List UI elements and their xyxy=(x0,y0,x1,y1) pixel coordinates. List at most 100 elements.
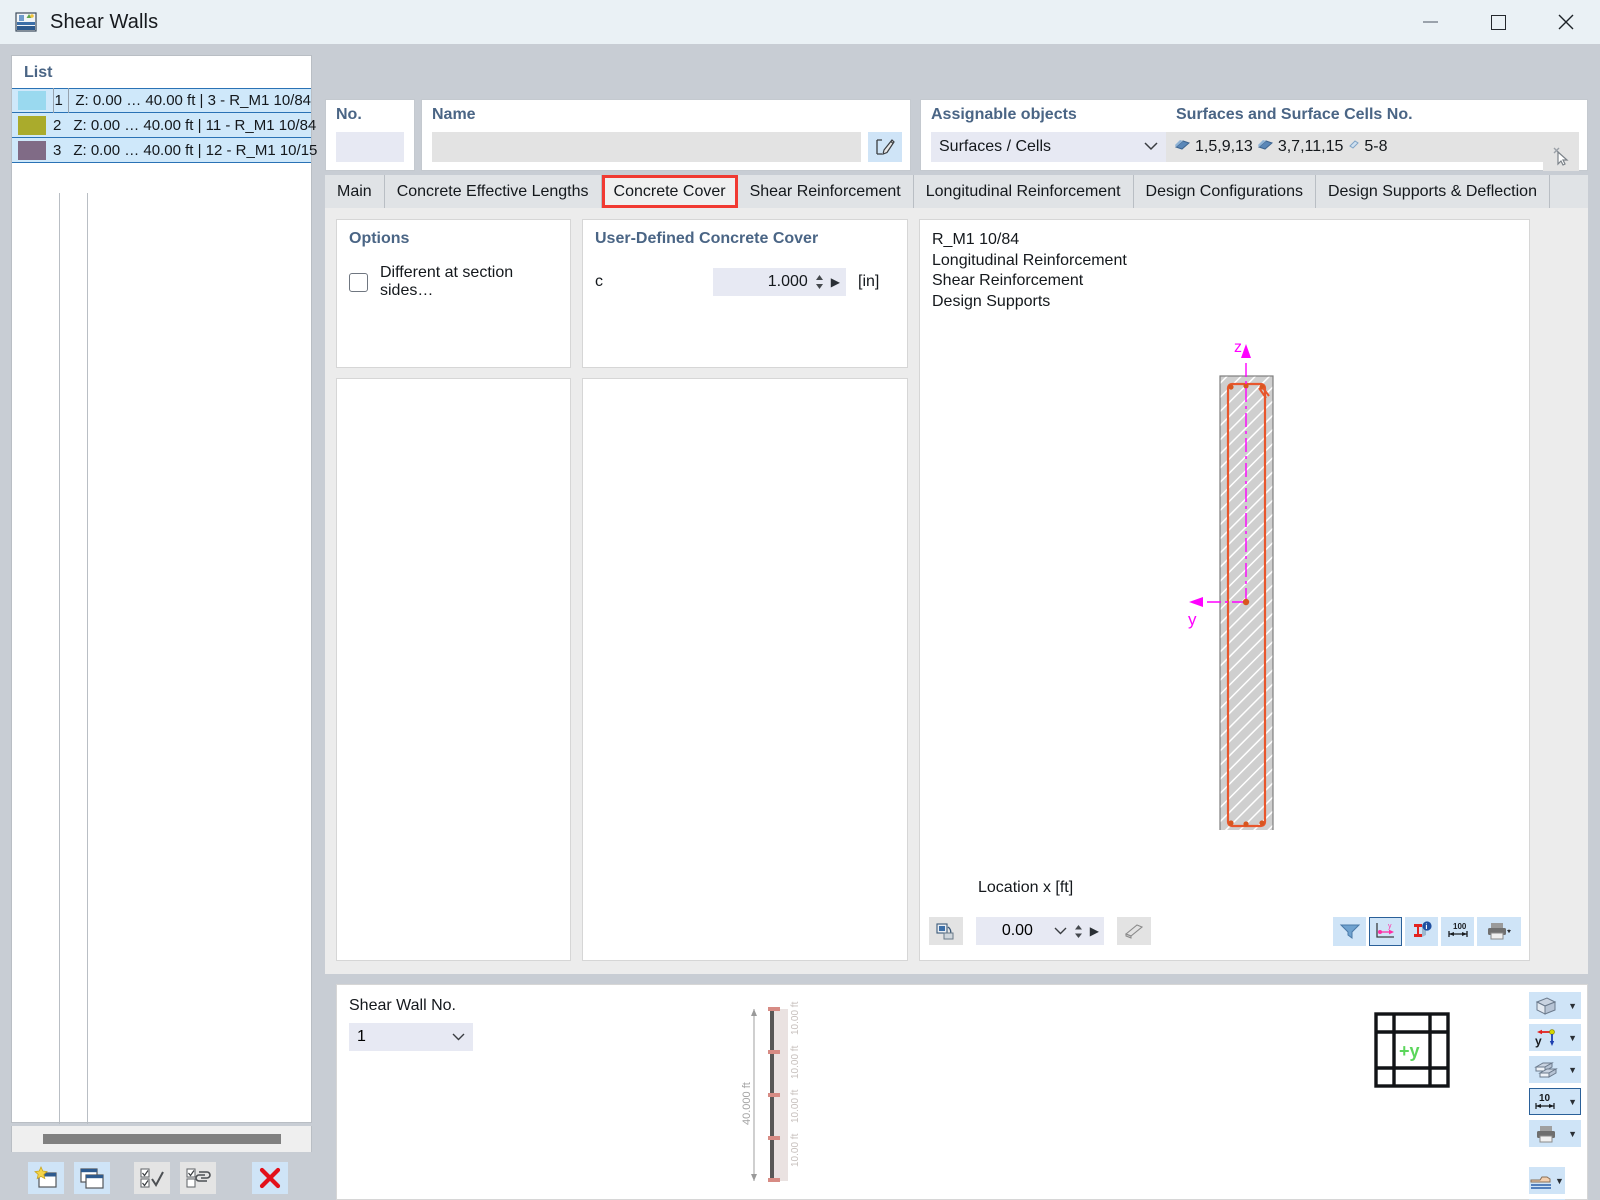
chevron-down-icon[interactable]: ▼ xyxy=(1568,1001,1577,1011)
surfaces-label: Surfaces and Surface Cells No. xyxy=(1176,106,1413,123)
axis-y-label: y xyxy=(1188,610,1197,629)
window-controls xyxy=(1396,0,1600,44)
section-info-line: R_M1 10/84 xyxy=(932,231,1020,248)
tab-design-configurations[interactable]: Design Configurations xyxy=(1133,175,1316,208)
list-item[interactable]: 3 Z: 0.00 … 40.00 ft | 12 - R_M1 10/15 xyxy=(12,138,317,163)
no-label: No. xyxy=(336,106,362,123)
surfaces-input[interactable]: 1,5,9,13 3,7,11,15 5-8 xyxy=(1166,132,1579,162)
options-card: Options Different at section sides… xyxy=(336,219,571,368)
dialog-body: List 1 Z: 0.00 … 40.00 ft | 3 - R_M1 10/… xyxy=(0,44,1600,1200)
section-view-card: R_M1 10/84 Longitudinal Reinforcement Sh… xyxy=(919,219,1530,961)
edit-name-icon[interactable] xyxy=(868,132,902,162)
printer-icon xyxy=(1529,1124,1563,1144)
copy-item-button[interactable] xyxy=(74,1162,110,1194)
orientation-grid: +y xyxy=(1372,1010,1452,1095)
section-info-line: Longitudinal Reinforcement xyxy=(932,251,1127,269)
tab-bar: Main Concrete Effective Lengths Concrete… xyxy=(325,175,1588,208)
list-header: List xyxy=(24,64,53,81)
bottom-view-panel: Shear Wall No. 1 40.000 ft 10.00 ft 10.0… xyxy=(336,984,1588,1200)
wall-elevation-diagram: 40.000 ft 10.00 ft 10.00 ft 10.00 ft 10.… xyxy=(732,995,822,1200)
location-x-select[interactable]: 0.00 ▶ xyxy=(976,917,1104,945)
tab-shear-reinforcement[interactable]: Shear Reinforcement xyxy=(737,175,914,208)
list-item[interactable]: 1 Z: 0.00 … 40.00 ft | 3 - R_M1 10/84 xyxy=(12,88,311,113)
print-button[interactable] xyxy=(1477,916,1521,946)
color-swatch xyxy=(18,91,46,110)
segment-dimension-label: 10.00 ft xyxy=(790,1001,801,1035)
tab-design-supports-deflection[interactable]: Design Supports & Deflection xyxy=(1315,175,1550,208)
list-toolbar xyxy=(11,1156,312,1200)
chevron-down-icon xyxy=(1144,138,1158,156)
concrete-cover-unit: [in] xyxy=(858,273,880,290)
close-button[interactable] xyxy=(1532,0,1600,44)
concrete-cover-value: 1.000 xyxy=(767,273,808,290)
chevron-down-icon xyxy=(1054,922,1067,940)
tab-concrete-effective-lengths[interactable]: Concrete Effective Lengths xyxy=(384,175,602,208)
spinner-more-icon[interactable]: ▶ xyxy=(1090,924,1099,938)
surfaces-value-1: 1,5,9,13 xyxy=(1195,138,1253,155)
import-location-button[interactable] xyxy=(929,917,963,945)
scale-10-icon: 10 xyxy=(1529,1092,1563,1112)
tab-longitudinal-reinforcement[interactable]: Longitudinal Reinforcement xyxy=(913,175,1134,208)
section-info-line: Design Supports xyxy=(932,292,1051,310)
filter-button[interactable] xyxy=(1333,916,1366,946)
window-title: Shear Walls xyxy=(50,10,159,33)
surface-icon xyxy=(1257,138,1274,157)
list-item-label: Z: 0.00 … 40.00 ft | 3 - R_M1 10/84 xyxy=(75,92,312,109)
list-column-lines xyxy=(12,56,311,1124)
surfaces-value-3: 5-8 xyxy=(1364,138,1388,155)
layers-button[interactable]: ▼ xyxy=(1529,1056,1581,1083)
scrollbar-thumb[interactable] xyxy=(43,1134,281,1144)
maximize-button[interactable] xyxy=(1464,0,1532,44)
invert-selection-button[interactable] xyxy=(180,1162,216,1194)
cross-section-drawing: z y xyxy=(1145,330,1305,835)
assignable-objects-label: Assignable objects xyxy=(931,106,1077,123)
chevron-down-icon[interactable]: ▼ xyxy=(1568,1065,1577,1075)
name-input[interactable] xyxy=(432,132,861,162)
new-item-button[interactable] xyxy=(28,1162,64,1194)
location-x-value: 0.00 xyxy=(1001,922,1033,939)
info-button[interactable]: i xyxy=(1405,916,1438,946)
dimension-button[interactable]: 100 xyxy=(1441,916,1474,946)
list-horizontal-scrollbar[interactable] xyxy=(11,1126,312,1152)
tab-main[interactable]: Main xyxy=(325,175,385,208)
shear-walls-icon xyxy=(14,10,38,34)
list-item[interactable]: 2 Z: 0.00 … 40.00 ft | 11 - R_M1 10/84 xyxy=(12,113,316,138)
concrete-cover-input[interactable]: 1.000 ▶ xyxy=(713,268,846,296)
hand-pointer-icon xyxy=(1529,1171,1555,1191)
chevron-down-icon xyxy=(452,1028,465,1046)
spinner-arrows-icon[interactable] xyxy=(815,274,824,290)
different-at-section-sides-checkbox[interactable] xyxy=(349,272,368,292)
name-group: Name xyxy=(421,99,911,171)
chevron-down-icon[interactable]: ▼ xyxy=(1568,1097,1577,1107)
svg-text:y: y xyxy=(1535,1034,1542,1048)
location-x-label: Location x [ft] xyxy=(978,879,1074,896)
assignable-objects-select[interactable]: Surfaces / Cells xyxy=(931,132,1166,162)
chevron-down-icon[interactable]: ▼ xyxy=(1568,1033,1577,1043)
color-swatch xyxy=(18,140,46,160)
tab-concrete-cover[interactable]: Concrete Cover xyxy=(601,175,738,208)
print-view-button[interactable]: ▼ xyxy=(1529,1120,1581,1147)
pick-cursor-icon[interactable] xyxy=(1543,141,1579,171)
minimize-button[interactable] xyxy=(1396,0,1464,44)
no-input[interactable] xyxy=(336,132,404,162)
assignable-objects-group: Assignable objects Surfaces / Cells Surf… xyxy=(920,99,1588,171)
svg-text:10: 10 xyxy=(1539,1093,1551,1104)
spinner-arrows-icon[interactable] xyxy=(1074,924,1083,939)
view-3d-button[interactable]: ▼ xyxy=(1529,992,1581,1019)
shear-wall-no-select[interactable]: 1 xyxy=(349,1023,473,1051)
section-cut-button[interactable] xyxy=(1117,917,1151,945)
list-item-label: Z: 0.00 … 40.00 ft | 12 - R_M1 10/15 xyxy=(73,141,318,159)
cover-extra-card xyxy=(582,378,908,961)
delete-button[interactable] xyxy=(252,1162,288,1194)
axis-direction-button[interactable]: y ▼ xyxy=(1529,1024,1581,1051)
hand-select-button[interactable]: ▼ xyxy=(1529,1167,1565,1194)
list-rows: 1 Z: 0.00 … 40.00 ft | 3 - R_M1 10/84 2 … xyxy=(12,88,317,163)
scale-button[interactable]: 10 ▼ xyxy=(1529,1088,1581,1115)
spinner-more-icon[interactable]: ▶ xyxy=(831,275,840,289)
assignable-objects-value: Surfaces / Cells xyxy=(939,138,1052,155)
chevron-down-icon[interactable]: ▼ xyxy=(1555,1176,1564,1186)
coordinate-system-button[interactable]: y xyxy=(1369,916,1402,946)
different-at-section-sides-row[interactable]: Different at section sides… xyxy=(349,264,570,300)
select-all-button[interactable] xyxy=(134,1162,170,1194)
chevron-down-icon[interactable]: ▼ xyxy=(1568,1129,1577,1139)
